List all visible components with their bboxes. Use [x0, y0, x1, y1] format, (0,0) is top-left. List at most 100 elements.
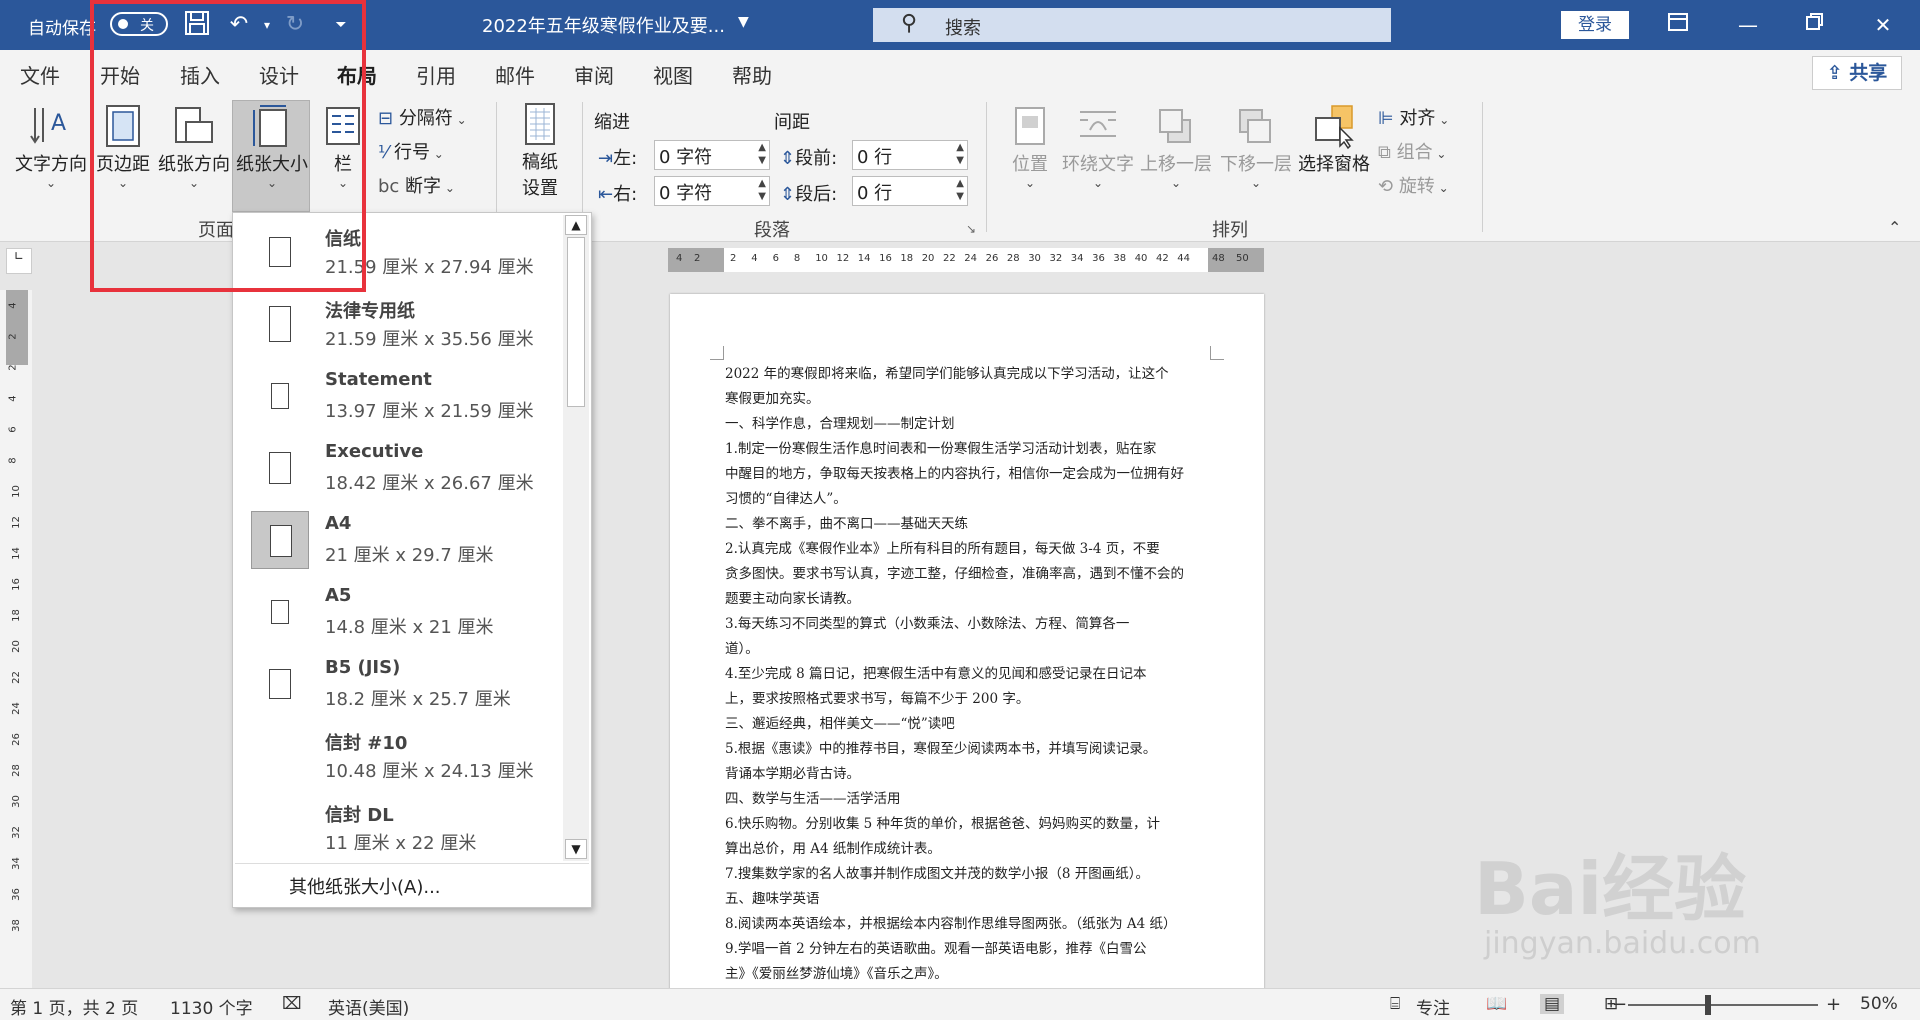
dialog-launcher-icon[interactable]: ↘ [966, 222, 976, 236]
tab-references[interactable]: 引用 [416, 60, 456, 89]
document-page[interactable]: 2022 年的寒假即将来临，希望同学们能够认真完成以下学习活动，让这个 寒假更加充… [670, 294, 1264, 1014]
document-text-line[interactable]: 习惯的“自律达人”。 [725, 487, 847, 507]
collapse-ribbon-icon[interactable]: ⌃ [1888, 218, 1901, 237]
indent-right-input[interactable]: 0 字符 ▲ ▼ [654, 176, 770, 206]
scroll-down-icon[interactable]: ▼ [565, 839, 587, 859]
document-text-line[interactable]: 道）。 [725, 637, 759, 657]
document-text-line[interactable]: 4.至少完成 8 篇日记，把寒假生活中有意义的见闻和感受记录在日记本 [725, 662, 1147, 682]
document-text-line[interactable]: 题要主动向家长请教。 [725, 587, 860, 607]
login-button[interactable]: 登录 [1561, 11, 1629, 39]
print-layout-icon[interactable]: ▤ [1540, 994, 1565, 1014]
page-count[interactable]: 第 1 页，共 2 页 [10, 994, 138, 1019]
tab-mailings[interactable]: 邮件 [495, 60, 535, 89]
document-text-line[interactable]: 五、趣味学英语 [725, 887, 820, 907]
vertical-ruler[interactable]: 4 2 2 4 6 8 10 12 14 16 18 20 22 24 26 28 30 32 34 36 38 [0, 290, 32, 990]
search-input[interactable]: ⚲ 搜索 [873, 8, 1391, 42]
document-text-line[interactable]: 9.学唱一首 2 分钟左右的英语歌曲。观看一部英语电影，推荐《白雪公 [725, 937, 1147, 957]
tab-view[interactable]: 视图 [653, 60, 693, 89]
close-icon[interactable]: ✕ [1868, 12, 1898, 38]
tab-review[interactable]: 审阅 [574, 60, 614, 89]
position-button[interactable]: 位置 ⌄ [1000, 104, 1060, 190]
breaks-button[interactable]: ⊟ 分隔符 ⌄ [378, 104, 467, 130]
tab-file[interactable]: 文件 [20, 60, 60, 89]
read-mode-icon[interactable]: 📖 [1486, 994, 1507, 1014]
scroll-thumb[interactable] [567, 237, 585, 407]
paper-icon [251, 583, 309, 641]
selection-pane-button[interactable]: 选择窗格 [1296, 104, 1372, 176]
bring-forward-button[interactable]: 上移一层 ⌄ [1138, 104, 1214, 190]
paper-size-item[interactable]: Executive 18.42 厘米 x 26.67 厘米 [247, 433, 563, 505]
text-direction-label: 文字方向 [15, 154, 87, 175]
document-title[interactable]: 2022年五年级寒假作业及要... [482, 12, 725, 38]
zoom-slider-thumb[interactable] [1705, 995, 1711, 1015]
spin-arrows-icon[interactable]: ▲ ▼ [956, 177, 964, 203]
paper-size-item[interactable]: A5 14.8 厘米 x 21 厘米 [247, 577, 563, 649]
document-text-line[interactable]: 2022 年的寒假即将来临，希望同学们能够认真完成以下学习活动，让这个 [725, 362, 1169, 382]
focus-icon[interactable]: ⌸ [1390, 994, 1400, 1014]
group-button[interactable]: ⧉ 组合 ⌄ [1378, 138, 1446, 164]
paper-size-item[interactable]: 法律专用纸 21.59 厘米 x 35.56 厘米 [247, 289, 563, 361]
spin-arrows-icon[interactable]: ▲ ▼ [956, 141, 964, 167]
paper-size-item[interactable]: B5 (JIS) 18.2 厘米 x 25.7 厘米 [247, 649, 563, 721]
ruler-tick: 38 [1113, 253, 1127, 264]
crop-mark [710, 346, 724, 360]
proofing-icon[interactable]: ⌧ [282, 994, 302, 1014]
indent-left-input[interactable]: 0 字符 ▲ ▼ [654, 140, 770, 170]
paper-size-item[interactable]: 信封 #10 10.48 厘米 x 24.13 厘米 [247, 721, 563, 793]
document-text-line[interactable]: 背诵本学期必背古诗。 [725, 762, 860, 782]
text-direction-button[interactable]: A 文字方向 ⌄ [14, 104, 88, 190]
zoom-in-icon[interactable]: + [1826, 994, 1841, 1015]
spin-arrows-icon[interactable]: ▲ ▼ [758, 177, 766, 203]
line-numbers-button[interactable]: ⅟ 行号 ⌄ [378, 138, 444, 164]
ruler-tick: 28 [1006, 253, 1020, 264]
share-button[interactable]: ⇪ 共享 [1812, 56, 1902, 90]
minimize-icon[interactable]: — [1733, 12, 1763, 38]
document-text-line[interactable]: 3.每天练习不同类型的算式（小数乘法、小数除法、方程、简算各一 [725, 612, 1129, 632]
document-text-line[interactable]: 8.阅读两本英语绘本，并根据绘本内容制作思维导图两张。（纸张为 A4 纸） [725, 912, 1177, 932]
document-text-line[interactable]: 贪多图快。要求书写认真，字迹工整，仔细检查，准确率高，遇到不懂不会的 [725, 562, 1184, 582]
document-text-line[interactable]: 7.搜集数学家的名人故事并制作成图文并茂的数学小报（8 开图画纸）。 [725, 862, 1149, 882]
document-text-line[interactable]: 二、拳不离手，曲不离口——基础天天练 [725, 512, 968, 532]
zoom-out-icon[interactable]: − [1612, 994, 1627, 1015]
document-text-line[interactable]: 四、数学与生活——活学活用 [725, 787, 901, 807]
zoom-level[interactable]: 50% [1860, 994, 1898, 1014]
space-after-input[interactable]: 0 行 ▲ ▼ [852, 176, 968, 206]
tab-selector[interactable]: ∟ [6, 248, 32, 274]
wrap-text-button[interactable]: 环绕文字 ⌄ [1060, 104, 1136, 190]
draft-paper-settings-button[interactable]: 稿纸 设置 [510, 102, 570, 200]
space-after-label: ⇕段后: [780, 180, 837, 206]
rotate-button[interactable]: ⟲ 旋转 ⌄ [1378, 172, 1449, 198]
document-text-line[interactable]: 上，要求按照格式要求书写，每篇不少于 200 字。 [725, 687, 1029, 707]
document-text-line[interactable]: 主》《爱丽丝梦游仙境》《音乐之声》。 [725, 962, 948, 982]
document-text-line[interactable]: 算出总价，用 A4 纸制作成统计表。 [725, 837, 941, 857]
document-text-line[interactable]: 5.根据《惠读》中的推荐书目，寒假至少阅读两本书，并填写阅读记录。 [725, 737, 1156, 757]
document-text-line[interactable]: 寒假更加充实。 [725, 387, 820, 407]
send-backward-button[interactable]: 下移一层 ⌄ [1218, 104, 1294, 190]
align-button[interactable]: ⊫ 对齐 ⌄ [1378, 104, 1449, 130]
language[interactable]: 英语(美国) [328, 994, 409, 1019]
ribbon-display-icon[interactable] [1663, 12, 1693, 38]
hyphenation-button[interactable]: bc 断字 ⌄ [378, 172, 455, 198]
paper-size-item[interactable]: A4 21 厘米 x 29.7 厘米 [247, 505, 563, 577]
more-paper-sizes-item[interactable]: 其他纸张大小(A)... [289, 873, 441, 899]
document-text-line[interactable]: 一、科学作息，合理规划——制定计划 [725, 412, 955, 432]
paper-size-item[interactable]: Statement 13.97 厘米 x 21.59 厘米 [247, 361, 563, 433]
document-text-line[interactable]: 中醒目的地方，争取每天按表格上的内容执行，相信你一定会成为一位拥有好 [725, 462, 1184, 482]
horizontal-ruler[interactable]: 4 2 2 4 6 8 10 12 14 16 18 20 22 24 26 28 30 32 34 36 38 40 42… [668, 248, 1264, 272]
focus-label[interactable]: 专注 [1416, 994, 1450, 1019]
restore-icon[interactable] [1800, 12, 1830, 38]
paper-size-item[interactable]: 信封 DL 11 厘米 x 22 厘米 [247, 793, 563, 865]
document-text-line[interactable]: 2.认真完成《寒假作业本》上所有科目的所有题目，每天做 3-4 页，不要 [725, 537, 1160, 557]
word-count[interactable]: 1130 个字 [170, 994, 253, 1019]
scroll-up-icon[interactable]: ▲ [565, 215, 587, 235]
separator [1482, 102, 1483, 232]
dropdown-scrollbar[interactable]: ▲ ▼ [563, 215, 589, 861]
document-text-line[interactable]: 1.制定一份寒假生活作息时间表和一份寒假生活学习活动计划表，贴在家 [725, 437, 1156, 457]
document-text-line[interactable]: 6.快乐购物。分别收集 5 种年货的单价，根据爸爸、妈妈购买的数量，计 [725, 812, 1160, 832]
zoom-slider[interactable] [1628, 1004, 1818, 1006]
spin-arrows-icon[interactable]: ▲ ▼ [758, 141, 766, 167]
tab-help[interactable]: 帮助 [732, 60, 772, 89]
chevron-down-icon[interactable]: ▼ [738, 14, 749, 30]
space-before-input[interactable]: 0 行 ▲ ▼ [852, 140, 968, 170]
document-text-line[interactable]: 三、邂逅经典，相伴美文——“悦”读吧 [725, 712, 955, 732]
